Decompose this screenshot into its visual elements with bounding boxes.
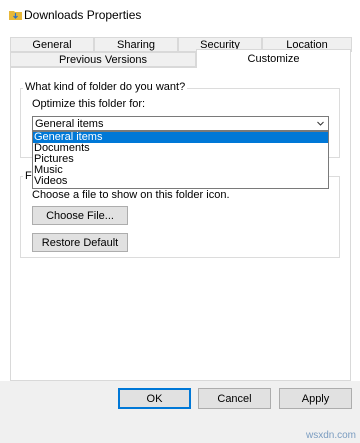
title-bar[interactable]: Downloads Properties [0,0,360,30]
option-music[interactable]: Music [33,165,328,176]
folder-download-icon [9,11,22,20]
tab-general[interactable]: General [10,37,94,52]
optimize-folder-options: General items Documents Pictures Music V… [32,131,329,189]
apply-button[interactable]: Apply [279,388,352,409]
ok-button[interactable]: OK [118,388,191,409]
tab-sharing[interactable]: Sharing [94,37,178,52]
chevron-down-icon [317,121,324,126]
tab-customize[interactable]: Customize [196,49,351,68]
choose-file-button[interactable]: Choose File... [32,206,128,225]
optimize-label: Optimize this folder for: [32,98,146,110]
folder-icon-hint: Choose a file to show on this folder ico… [32,189,230,201]
tab-previous-versions[interactable]: Previous Versions [10,52,196,67]
selected-value: General items [35,118,104,130]
watermark: wsxdn.com [305,430,356,441]
optimize-folder-select[interactable]: General items [32,116,329,131]
option-documents[interactable]: Documents [33,143,328,154]
folder-type-question: What kind of folder do you want? [23,81,188,93]
option-videos[interactable]: Videos [33,176,328,187]
option-pictures[interactable]: Pictures [33,154,328,165]
window-title: Downloads Properties [24,8,142,22]
cancel-button[interactable]: Cancel [198,388,271,409]
restore-default-button[interactable]: Restore Default [32,233,128,252]
